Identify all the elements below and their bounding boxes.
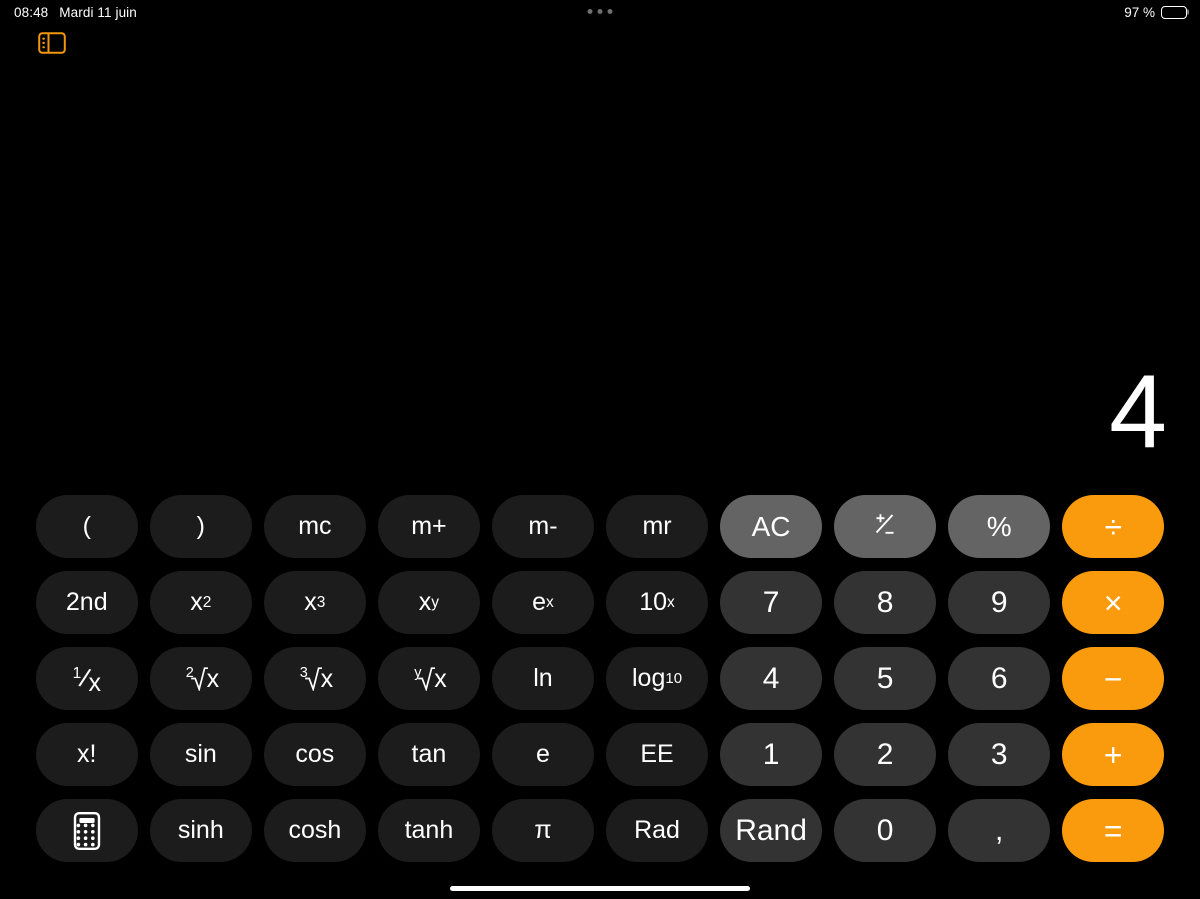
battery-cap (1187, 9, 1190, 15)
home-indicator[interactable] (450, 886, 750, 891)
battery-full-icon (1161, 5, 1190, 19)
key-open-paren[interactable]: ( (36, 495, 138, 558)
key-equals[interactable]: = (1062, 799, 1164, 862)
operator-glyph: ÷ (1104, 508, 1122, 545)
key-0[interactable]: 0 (834, 799, 936, 862)
key-memory-add[interactable]: m+ (378, 495, 480, 558)
key-6[interactable]: 6 (948, 647, 1050, 710)
radical-glyph: yx (414, 665, 447, 693)
key-8[interactable]: 8 (834, 571, 936, 634)
key-calculator-mode[interactable] (36, 799, 138, 862)
status-date: Mardi 11 juin (59, 4, 137, 20)
plus-minus-glyph (873, 511, 897, 542)
key-pi[interactable]: π (492, 799, 594, 862)
key-cube[interactable]: x3 (264, 571, 366, 634)
three-dots-icon[interactable] (587, 9, 613, 14)
key-5[interactable]: 5 (834, 647, 936, 710)
key-exp-e[interactable]: ex (492, 571, 594, 634)
key-7[interactable]: 7 (720, 571, 822, 634)
key-tan[interactable]: tan (378, 723, 480, 786)
radical-glyph: 3x (299, 665, 334, 693)
key-memory-recall[interactable]: mr (606, 495, 708, 558)
key-decimal-separator[interactable]: , (948, 799, 1050, 862)
dot-1 (587, 9, 593, 14)
key-all-clear[interactable]: AC (720, 495, 822, 558)
key-percent[interactable]: % (948, 495, 1050, 558)
key-sin[interactable]: sin (150, 723, 252, 786)
key-9[interactable]: 9 (948, 571, 1050, 634)
calculator-display: 4 (1109, 354, 1167, 470)
key-3[interactable]: 3 (948, 723, 1050, 786)
key-add[interactable]: + (1062, 723, 1164, 786)
key-exp-ten[interactable]: 10 x (606, 571, 708, 634)
key-power-y[interactable]: xy (378, 571, 480, 634)
key-second-function[interactable]: 2nd (36, 571, 138, 634)
key-sinh[interactable]: sinh (150, 799, 252, 862)
key-tanh[interactable]: tanh (378, 799, 480, 862)
status-time: 08:48 (14, 4, 49, 20)
key-close-paren[interactable]: ) (150, 495, 252, 558)
sidebar-toggle-icon[interactable] (38, 32, 66, 54)
operator-glyph: × (1103, 584, 1123, 621)
key-reciprocal[interactable]: 1/x (36, 647, 138, 710)
key-rad[interactable]: Rad (606, 799, 708, 862)
calculator-icon (71, 811, 103, 851)
key-random[interactable]: Rand (720, 799, 822, 862)
key-square-root[interactable]: 2x (150, 647, 252, 710)
key-divide[interactable]: ÷ (1062, 495, 1164, 558)
status-bar-right: 97 % (1124, 4, 1190, 20)
fraction-glyph: 1/x (72, 662, 101, 697)
key-cos[interactable]: cos (264, 723, 366, 786)
key-natural-log[interactable]: ln (492, 647, 594, 710)
calculator-keypad: () mc m+ m-mr AC% ÷ 2nd x 2 x 3 x y e x 10 x 7 8 9 × 1/x 2 x 3 x y… (36, 495, 1164, 862)
key-ee[interactable]: EE (606, 723, 708, 786)
key-cube-root[interactable]: 3x (264, 647, 366, 710)
key-multiply[interactable]: × (1062, 571, 1164, 634)
dot-3 (607, 9, 613, 14)
operator-glyph: + (1103, 736, 1123, 773)
key-4[interactable]: 4 (720, 647, 822, 710)
key-memory-clear[interactable]: mc (264, 495, 366, 558)
key-cosh[interactable]: cosh (264, 799, 366, 862)
key-euler[interactable]: e (492, 723, 594, 786)
operator-glyph: − (1103, 660, 1123, 697)
dot-2 (597, 9, 603, 14)
key-subtract[interactable]: − (1062, 647, 1164, 710)
key-2[interactable]: 2 (834, 723, 936, 786)
key-log-base-10[interactable]: log 10 (606, 647, 708, 710)
key-memory-subtract[interactable]: m- (492, 495, 594, 558)
key-sign-toggle[interactable] (834, 495, 936, 558)
operator-glyph: = (1103, 812, 1123, 849)
battery-percent-label: 97 % (1124, 4, 1155, 20)
key-square[interactable]: x2 (150, 571, 252, 634)
key-1[interactable]: 1 (720, 723, 822, 786)
key-factorial[interactable]: x! (36, 723, 138, 786)
key-nth-root[interactable]: yx (378, 647, 480, 710)
status-bar-left: 08:48 Mardi 11 juin (14, 5, 137, 20)
radical-glyph: 2x (185, 665, 220, 693)
status-bar: 08:48 Mardi 11 juin 97 % (0, 0, 1200, 24)
